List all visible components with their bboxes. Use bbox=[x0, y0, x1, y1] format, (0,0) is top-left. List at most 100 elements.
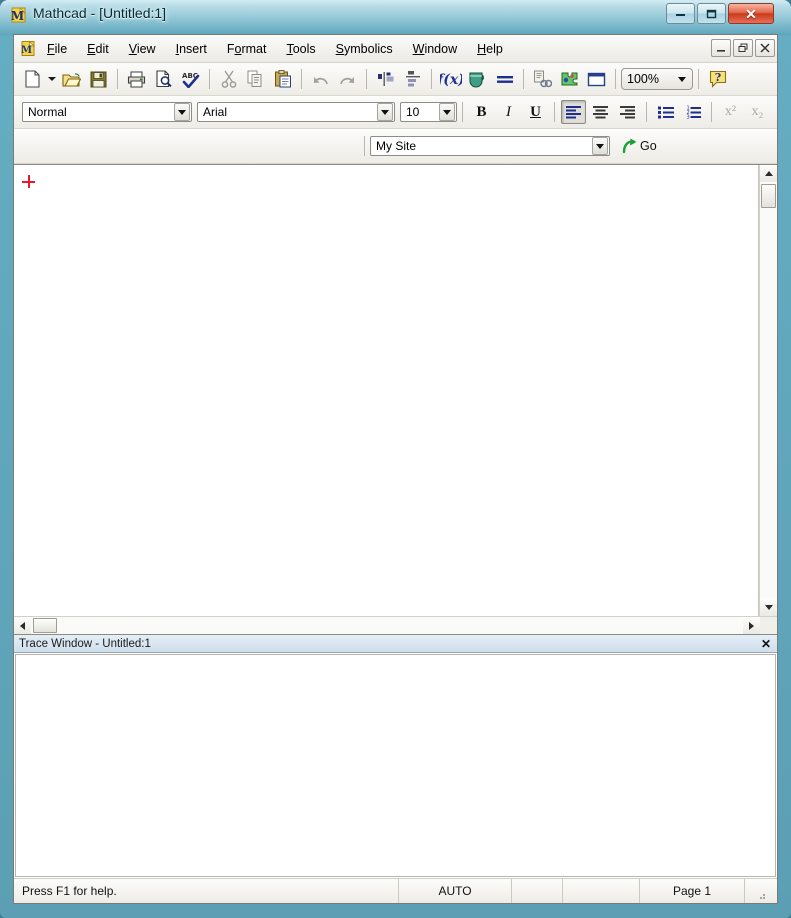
toolbar-separator bbox=[431, 69, 432, 89]
paragraph-style-combobox[interactable]: Normal bbox=[22, 102, 192, 122]
status-spacer-2 bbox=[563, 879, 640, 903]
insert-unit-button[interactable] bbox=[465, 67, 490, 91]
new-document-button[interactable] bbox=[20, 67, 45, 91]
cut-button[interactable] bbox=[216, 67, 241, 91]
mdi-close-button[interactable] bbox=[755, 39, 775, 57]
menu-symbolics[interactable]: Symbolics bbox=[327, 38, 402, 60]
menu-file[interactable]: File bbox=[38, 38, 76, 60]
menu-insert[interactable]: Insert bbox=[167, 38, 216, 60]
vertical-scrollbar[interactable] bbox=[759, 165, 777, 616]
toolbar-separator bbox=[523, 69, 524, 89]
scroll-right-button[interactable] bbox=[743, 617, 760, 634]
toolbar-separator bbox=[646, 102, 647, 122]
paste-button[interactable] bbox=[270, 67, 295, 91]
scroll-left-button[interactable] bbox=[14, 617, 31, 634]
component-wizard-button[interactable] bbox=[557, 67, 582, 91]
trace-window-content[interactable] bbox=[15, 654, 776, 877]
scroll-up-button[interactable] bbox=[760, 165, 777, 182]
subscript-button[interactable]: x₂ bbox=[745, 100, 770, 124]
mdi-minimize-button[interactable] bbox=[711, 39, 731, 57]
align-down-button[interactable] bbox=[400, 67, 425, 91]
superscript-label: x² bbox=[724, 104, 737, 119]
print-preview-button[interactable] bbox=[151, 67, 176, 91]
toolbar-separator bbox=[711, 102, 712, 122]
svg-text:?: ? bbox=[714, 71, 720, 84]
status-page-number: Page 1 bbox=[640, 879, 745, 903]
redo-button[interactable] bbox=[335, 67, 360, 91]
green-arrow-icon bbox=[621, 138, 638, 154]
horizontal-scroll-track[interactable] bbox=[31, 617, 743, 634]
print-button[interactable] bbox=[124, 67, 149, 91]
save-file-button[interactable] bbox=[86, 67, 111, 91]
horizontal-scrollbar[interactable] bbox=[14, 616, 777, 634]
mathcad-document-icon[interactable]: M bbox=[20, 40, 37, 57]
bullet-list-button[interactable] bbox=[653, 100, 678, 124]
copy-button[interactable] bbox=[243, 67, 268, 91]
numbered-list-button[interactable]: 1 2 3 bbox=[680, 100, 705, 124]
insert-function-button[interactable]: f(x) bbox=[438, 67, 463, 91]
zoom-combobox[interactable]: 100% bbox=[621, 68, 693, 90]
paragraph-style-dropdown-arrow[interactable] bbox=[174, 103, 190, 121]
italic-button[interactable]: I bbox=[496, 100, 521, 124]
svg-text:f(x): f(x) bbox=[440, 72, 462, 88]
trace-window-title: Trace Window - Untitled:1 bbox=[19, 637, 151, 650]
font-size-combobox[interactable]: 10 bbox=[400, 102, 457, 122]
menu-format[interactable]: Format bbox=[218, 38, 276, 60]
paragraph-style-value: Normal bbox=[28, 105, 67, 119]
vertical-scroll-track[interactable] bbox=[760, 182, 777, 599]
document-area bbox=[14, 164, 777, 634]
font-size-dropdown-arrow[interactable] bbox=[439, 103, 455, 121]
undo-button[interactable] bbox=[308, 67, 333, 91]
underline-label: U bbox=[530, 103, 541, 120]
align-left-button[interactable] bbox=[561, 100, 586, 124]
trace-window-close-button[interactable]: ✕ bbox=[758, 635, 774, 652]
horizontal-scroll-thumb[interactable] bbox=[33, 618, 57, 633]
window-maximize-button[interactable] bbox=[697, 3, 726, 24]
subscript-label: x₂ bbox=[751, 104, 764, 119]
site-address-dropdown-arrow[interactable] bbox=[592, 137, 608, 155]
svg-text:M: M bbox=[11, 9, 24, 23]
worksheet-canvas[interactable] bbox=[14, 165, 759, 616]
toolbar-separator bbox=[301, 69, 302, 89]
svg-text:3: 3 bbox=[686, 115, 689, 120]
mdi-restore-button[interactable] bbox=[733, 39, 753, 57]
toolbar-separator bbox=[117, 69, 118, 89]
help-button[interactable]: ? bbox=[705, 67, 730, 91]
document-row bbox=[14, 165, 777, 616]
align-center-button[interactable] bbox=[588, 100, 613, 124]
font-family-dropdown-arrow[interactable] bbox=[377, 103, 393, 121]
menu-view[interactable]: View bbox=[120, 38, 165, 60]
toolbar-separator bbox=[554, 102, 555, 122]
spell-check-button[interactable]: ABC bbox=[178, 67, 203, 91]
trace-window-titlebar[interactable]: Trace Window - Untitled:1 ✕ bbox=[14, 635, 777, 653]
red-crosshair-cursor bbox=[22, 175, 35, 188]
site-address-combobox[interactable]: My Site bbox=[370, 136, 610, 156]
bold-button[interactable]: B bbox=[469, 100, 494, 124]
insert-area-button[interactable] bbox=[584, 67, 609, 91]
vertical-scroll-thumb[interactable] bbox=[761, 184, 776, 208]
font-family-combobox[interactable]: Arial bbox=[197, 102, 395, 122]
close-icon: ✕ bbox=[760, 636, 772, 651]
window-minimize-button[interactable] bbox=[666, 3, 695, 24]
calculate-button[interactable] bbox=[492, 67, 517, 91]
open-file-button[interactable] bbox=[59, 67, 84, 91]
svg-text:M: M bbox=[21, 45, 32, 56]
go-button[interactable]: Go bbox=[616, 134, 662, 158]
mathcad-m-icon: M bbox=[10, 6, 28, 24]
underline-button[interactable]: U bbox=[523, 100, 548, 124]
menu-edit[interactable]: Edit bbox=[78, 38, 118, 60]
status-bar: Press F1 for help. AUTO Page 1 bbox=[14, 878, 777, 903]
insert-hyperlink-button[interactable] bbox=[530, 67, 555, 91]
menu-help[interactable]: Help bbox=[468, 38, 512, 60]
scroll-down-button[interactable] bbox=[760, 599, 777, 616]
superscript-button[interactable]: x² bbox=[718, 100, 743, 124]
zoom-dropdown-arrow[interactable] bbox=[673, 70, 691, 88]
menu-window[interactable]: Window bbox=[404, 38, 466, 60]
align-across-button[interactable] bbox=[373, 67, 398, 91]
resize-grip[interactable] bbox=[745, 879, 777, 903]
bold-label: B bbox=[476, 103, 487, 120]
align-right-button[interactable] bbox=[615, 100, 640, 124]
window-close-button[interactable]: ✕ bbox=[728, 3, 774, 24]
menu-tools[interactable]: Tools bbox=[277, 38, 324, 60]
new-dropdown-arrow[interactable] bbox=[46, 67, 58, 91]
